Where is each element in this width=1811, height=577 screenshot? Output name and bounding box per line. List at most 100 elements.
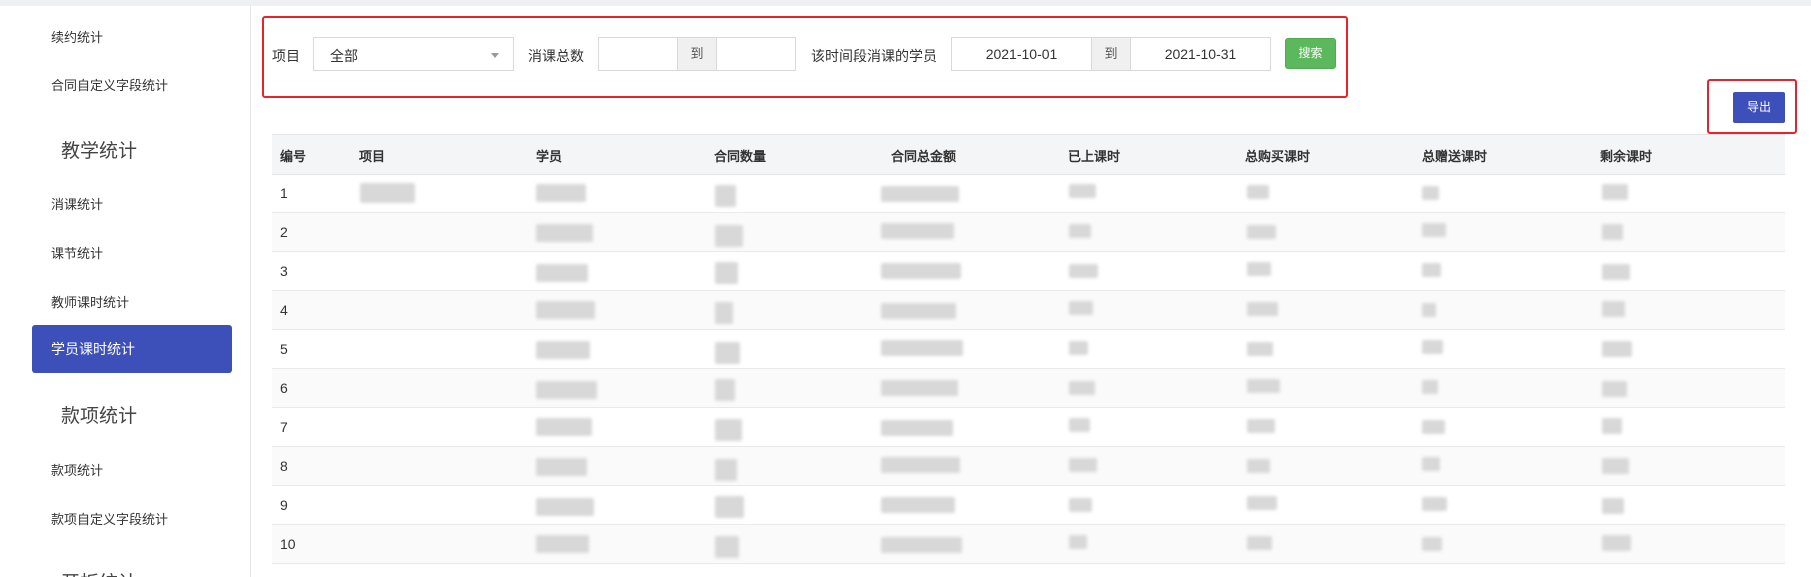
- redacted-cell: [1422, 303, 1436, 317]
- redacted-cell: [1602, 301, 1625, 317]
- project-select[interactable]: 全部: [313, 37, 514, 71]
- redacted-cell: [1422, 223, 1446, 237]
- consume-count-label: 消课总数: [528, 48, 584, 64]
- table-header: 编号 项目 学员 合同数量 合同总金额 已上课时 总购买课时 总赠送课时 剩余课…: [272, 134, 1785, 175]
- redacted-cell: [1602, 224, 1623, 240]
- row-id: 3: [280, 263, 288, 279]
- sidebar-section-partial: 开板统计: [61, 568, 137, 577]
- redacted-cell: [536, 535, 589, 553]
- date-from-value: 2021-10-01: [985, 46, 1058, 62]
- sidebar-item-payment-custom-stats[interactable]: 款项自定义字段统计: [51, 509, 168, 528]
- redacted-cell: [1247, 185, 1269, 199]
- consume-max-input[interactable]: [716, 37, 796, 71]
- redacted-cell: [715, 459, 737, 481]
- redacted-cell: [881, 186, 959, 202]
- redacted-cell: [881, 303, 956, 319]
- redacted-cell: [715, 302, 733, 324]
- table-row: 6: [272, 369, 1785, 408]
- redacted-cell: [1247, 262, 1271, 276]
- redacted-cell: [881, 420, 953, 436]
- top-strip: [0, 0, 1811, 6]
- row-id: 1: [280, 185, 288, 201]
- period-students-label: 该时间段消课的学员: [811, 48, 937, 64]
- redacted-cell: [881, 340, 963, 356]
- redacted-cell: [536, 381, 597, 399]
- redacted-cell: [1602, 418, 1622, 434]
- sidebar-item-consume-stats[interactable]: 消课统计: [51, 194, 103, 213]
- export-button[interactable]: 导出: [1733, 92, 1785, 123]
- row-id: 2: [280, 224, 288, 240]
- table-row: 4: [272, 291, 1785, 330]
- sidebar: 续约统计 合同自定义字段统计 教学统计 消课统计 课节统计 教师课时统计 学员课…: [0, 6, 251, 577]
- col-gifted-hours: 总赠送课时: [1422, 149, 1488, 164]
- row-id: 7: [280, 419, 288, 435]
- redacted-cell: [1069, 458, 1097, 472]
- redacted-cell: [1247, 496, 1277, 510]
- sidebar-item-lesson-stats[interactable]: 课节统计: [51, 243, 103, 262]
- consume-min-input[interactable]: [598, 37, 678, 71]
- redacted-cell: [715, 379, 735, 401]
- redacted-cell: [715, 342, 740, 364]
- row-id: 9: [280, 497, 288, 513]
- redacted-cell: [536, 264, 588, 282]
- redacted-cell: [1069, 341, 1088, 355]
- sidebar-item-contract-custom-stats[interactable]: 合同自定义字段统计: [51, 75, 168, 94]
- redacted-cell: [1247, 302, 1278, 316]
- project-label: 项目: [272, 48, 300, 64]
- col-contract-amount: 合同总金额: [891, 149, 957, 164]
- table-row: 7: [272, 408, 1785, 447]
- redacted-cell: [1602, 498, 1624, 514]
- redacted-cell: [715, 225, 743, 247]
- redacted-cell: [1602, 184, 1628, 200]
- col-contract-count: 合同数量: [714, 149, 767, 164]
- table-row: 9: [272, 486, 1785, 525]
- sidebar-item-renewal-stats[interactable]: 续约统计: [51, 27, 103, 46]
- sidebar-item-teacher-hours[interactable]: 教师课时统计: [51, 292, 129, 311]
- row-id: 6: [280, 380, 288, 396]
- date-from-input[interactable]: 2021-10-01: [951, 37, 1092, 71]
- redacted-cell: [1422, 340, 1443, 354]
- redacted-cell: [536, 224, 593, 242]
- row-id: 5: [280, 341, 288, 357]
- project-select-value: 全部: [330, 48, 358, 64]
- sidebar-item-payment-stats[interactable]: 款项统计: [51, 460, 103, 479]
- redacted-cell: [881, 223, 954, 239]
- table-row: 10: [272, 525, 1785, 564]
- col-id: 编号: [280, 149, 307, 164]
- redacted-cell: [536, 301, 595, 319]
- redacted-cell: [881, 537, 962, 553]
- redacted-cell: [715, 419, 742, 441]
- redacted-cell: [1422, 420, 1445, 434]
- table-row: 1: [272, 174, 1785, 213]
- row-id: 4: [280, 302, 288, 318]
- sidebar-item-student-hours[interactable]: 学员课时统计: [32, 325, 232, 373]
- redacted-cell: [536, 184, 586, 202]
- redacted-cell: [1247, 536, 1272, 550]
- redacted-cell: [536, 458, 587, 476]
- date-to-input[interactable]: 2021-10-31: [1130, 37, 1271, 71]
- redacted-cell: [1602, 341, 1632, 357]
- row-id: 8: [280, 458, 288, 474]
- redacted-cell: [1069, 418, 1090, 432]
- redacted-cell: [536, 418, 592, 436]
- redacted-cell: [1247, 342, 1273, 356]
- range-to-addon: 到: [677, 37, 717, 71]
- search-button[interactable]: 搜索: [1285, 38, 1336, 69]
- redacted-cell: [1069, 184, 1096, 198]
- table-row: 8: [272, 447, 1785, 486]
- col-remaining-hours: 剩余课时: [1600, 149, 1653, 164]
- redacted-cell: [1069, 264, 1098, 278]
- table-row: 2: [272, 213, 1785, 252]
- redacted-cell: [1422, 263, 1441, 277]
- redacted-cell: [1247, 225, 1276, 239]
- row-id: 10: [280, 536, 296, 552]
- col-purchased-hours: 总购买课时: [1245, 149, 1311, 164]
- table-row: 3: [272, 252, 1785, 291]
- redacted-cell: [1422, 186, 1439, 200]
- col-hours-taken: 已上课时: [1068, 149, 1121, 164]
- redacted-cell: [1422, 537, 1442, 551]
- redacted-cell: [881, 263, 961, 279]
- date-to-value: 2021-10-31: [1164, 46, 1237, 62]
- redacted-cell: [881, 457, 960, 473]
- sidebar-section-payment: 款项统计: [61, 406, 138, 427]
